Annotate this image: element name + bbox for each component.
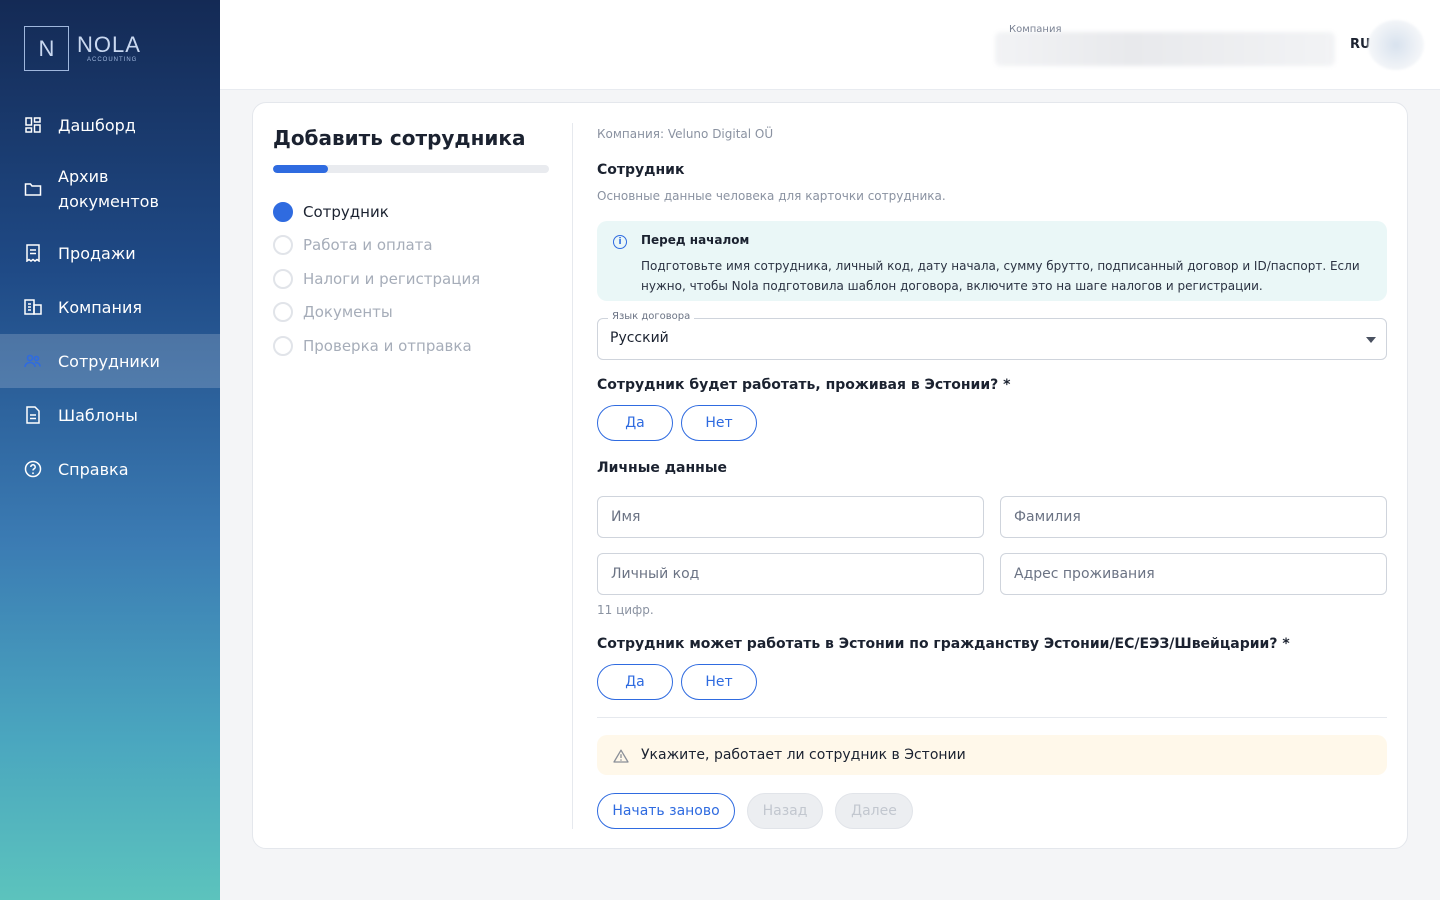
wizard-progress-fill bbox=[273, 165, 329, 173]
info-title: Перед началом bbox=[641, 233, 750, 247]
document-icon bbox=[24, 406, 42, 424]
company-label: Компания bbox=[1009, 24, 1062, 35]
warning-text: Укажите, работает ли сотрудник в Эстонии bbox=[641, 747, 966, 763]
sidebar-item-company[interactable]: Компания bbox=[0, 280, 220, 334]
step-indicator bbox=[273, 302, 293, 323]
contract-language-select[interactable]: Язык договора Русский bbox=[597, 311, 1387, 360]
building-icon bbox=[24, 298, 42, 316]
personal-data-title: Личные данные bbox=[597, 460, 728, 476]
sidebar-item-label: Компания bbox=[58, 297, 142, 317]
horizontal-divider bbox=[597, 717, 1387, 718]
page-title: Добавить сотрудника bbox=[273, 126, 526, 150]
step-indicator bbox=[273, 335, 293, 356]
contract-language-value: Русский bbox=[610, 330, 669, 346]
wizard-steps: Сотрудник Работа и оплата Налоги и регис… bbox=[273, 195, 480, 363]
back-button[interactable]: Назад bbox=[747, 793, 823, 829]
company-select-blurred[interactable] bbox=[995, 32, 1335, 66]
logo-subtitle: ACCOUNTING bbox=[87, 56, 138, 63]
step-taxes-and-registration[interactable]: Налоги и регистрация bbox=[273, 262, 480, 296]
people-icon bbox=[24, 352, 42, 370]
sidebar-item-employees[interactable]: Сотрудники bbox=[0, 334, 220, 388]
sidebar-item-label: Дашборд bbox=[58, 115, 136, 135]
first-name-field[interactable] bbox=[597, 496, 984, 538]
info-callout: i Перед началом Подготовьте имя сотрудни… bbox=[597, 221, 1387, 301]
logo[interactable]: N NOLA ACCOUNTING bbox=[24, 26, 141, 71]
info-text: Подготовьте имя сотрудника, личный код, … bbox=[641, 259, 1360, 293]
section-title: Сотрудник bbox=[597, 162, 685, 178]
sidebar-item-label: Шаблоны bbox=[58, 405, 138, 425]
sidebar: N NOLA ACCOUNTING Дашборд Архив документ… bbox=[0, 0, 220, 900]
step-label: Документы bbox=[303, 303, 393, 322]
dashboard-icon bbox=[24, 116, 42, 134]
address-field[interactable] bbox=[1000, 553, 1387, 595]
step-indicator bbox=[273, 235, 293, 256]
top-header: Компания RU bbox=[220, 0, 1440, 90]
contract-language-label: Язык договора bbox=[608, 311, 695, 322]
step-label: Налоги и регистрация bbox=[303, 269, 481, 288]
avatar[interactable] bbox=[1368, 20, 1424, 70]
section-subtitle: Основные данные человека для карточки со… bbox=[597, 189, 946, 203]
folder-icon bbox=[24, 180, 42, 198]
step-indicator bbox=[273, 268, 293, 289]
next-button[interactable]: Далее bbox=[835, 793, 913, 829]
residence-yes-button[interactable]: Да bbox=[597, 405, 673, 441]
step-work-and-pay[interactable]: Работа и оплата bbox=[273, 229, 480, 263]
warning-callout: Укажите, работает ли сотрудник в Эстонии bbox=[597, 735, 1387, 775]
citizenship-question: Сотрудник может работать в Эстонии по гр… bbox=[597, 636, 1290, 652]
personal-code-field[interactable] bbox=[597, 553, 984, 595]
sidebar-item-label: Продажи bbox=[58, 243, 136, 263]
company-line: Компания: Veluno Digital OÜ bbox=[597, 127, 774, 141]
help-icon bbox=[24, 460, 42, 478]
logo-name: NOLA bbox=[77, 31, 141, 57]
citizenship-no-button[interactable]: Нет bbox=[681, 664, 757, 700]
sidebar-item-label: Архив документов bbox=[58, 167, 159, 211]
last-name-field[interactable] bbox=[1000, 496, 1387, 538]
add-employee-card: Добавить сотрудника Сотрудник Работа и о… bbox=[252, 102, 1408, 849]
residence-question: Сотрудник будет работать, проживая в Эст… bbox=[597, 377, 1011, 393]
step-label: Сотрудник bbox=[303, 202, 389, 221]
step-documents[interactable]: Документы bbox=[273, 296, 480, 330]
vertical-divider bbox=[572, 123, 573, 829]
step-label: Работа и оплата bbox=[303, 236, 433, 255]
restart-button[interactable]: Начать заново bbox=[597, 793, 735, 829]
sidebar-item-dashboard[interactable]: Дашборд bbox=[0, 98, 220, 152]
sidebar-item-archive[interactable]: Архив документов bbox=[0, 152, 220, 226]
wizard-progress-bar bbox=[273, 165, 549, 173]
sidebar-item-label: Справка bbox=[58, 459, 129, 479]
logo-mark: N bbox=[24, 26, 69, 71]
chevron-down-icon bbox=[1366, 337, 1376, 343]
receipt-icon bbox=[24, 244, 42, 262]
info-icon: i bbox=[613, 235, 627, 249]
step-review-and-submit[interactable]: Проверка и отправка bbox=[273, 329, 480, 363]
residence-no-button[interactable]: Нет bbox=[681, 405, 757, 441]
sidebar-item-templates[interactable]: Шаблоны bbox=[0, 388, 220, 442]
step-employee[interactable]: Сотрудник bbox=[273, 195, 480, 229]
sidebar-item-label: Сотрудники bbox=[58, 351, 160, 371]
company-selector[interactable]: Компания bbox=[995, 22, 1335, 68]
sidebar-nav: Дашборд Архив документов Продажи Компани… bbox=[0, 98, 220, 496]
citizenship-yes-button[interactable]: Да bbox=[597, 664, 673, 700]
step-indicator bbox=[273, 201, 293, 222]
warning-icon bbox=[613, 748, 629, 767]
sidebar-item-help[interactable]: Справка bbox=[0, 442, 220, 496]
personal-code-hint: 11 цифр. bbox=[597, 603, 654, 617]
sidebar-item-sales[interactable]: Продажи bbox=[0, 226, 220, 280]
step-label: Проверка и отправка bbox=[303, 336, 472, 355]
